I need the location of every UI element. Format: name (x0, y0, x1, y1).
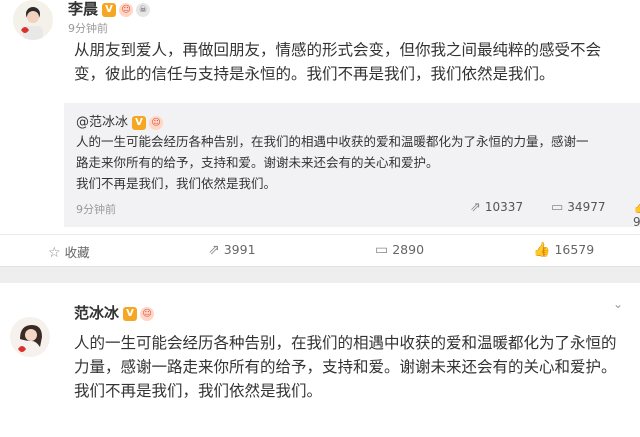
weibo-post-fan-bingbing: ⌄ 范冰冰 V ☺ 人的一生可能会经历各种告别，在我们的相遇中收获的爱和温暖都化为了… (0, 283, 640, 437)
like-icon: 👍 (633, 200, 640, 215)
repost-button[interactable]: ⇗ 3991 (208, 242, 256, 258)
post-content: 从朋友到爱人，再做回朋友，情感的形式会变，但你我之间最纯粹的感受不会 变，彼此的… (74, 38, 634, 86)
favorite-icon: ☆ (48, 245, 61, 261)
mention-link[interactable]: @范冰冰 (76, 115, 128, 130)
like-count: 94641 (633, 215, 640, 229)
repost-icon: ⇗ (470, 200, 481, 215)
like-button[interactable]: 👍 16579 (533, 242, 594, 258)
repost-likes[interactable]: 👍94641 (633, 200, 640, 229)
repost-line: 人的一生可能会经历各种告别，在我们的相遇中收获的爱和温暖都化为了永恒的力量，感谢… (76, 134, 589, 149)
repost-content: 人的一生可能会经历各种告别，在我们的相遇中收获的爱和温暖都化为了永恒的力量，感谢… (76, 131, 631, 194)
avatar-image-icon (13, 0, 53, 40)
content-line: 人的一生可能会经历各种告别，在我们的相遇中收获的爱和温暖都化为了永恒的 (74, 334, 617, 352)
comment-icon: ▭ (551, 200, 564, 215)
emoji-badge-icon: ☺ (119, 2, 134, 17)
verified-badge-icon: V (123, 306, 138, 321)
post-divider (0, 266, 640, 283)
comment-count: 2890 (392, 242, 425, 257)
skull-badge-icon: ☠ (136, 2, 151, 17)
repost-count: 3991 (223, 242, 256, 257)
verified-badge-icon: V (102, 2, 117, 17)
comment-button[interactable]: ▭ 2890 (375, 242, 424, 258)
favorite-label: 收藏 (64, 245, 90, 260)
repost-author[interactable]: @范冰冰 V ☺ (76, 111, 164, 130)
username-text[interactable]: 范冰冰 (74, 304, 119, 322)
repost-card[interactable]: @范冰冰 V ☺ 人的一生可能会经历各种告别，在我们的相遇中收获的爱和温暖都化为了永… (64, 103, 640, 229)
repost-icon: ⇗ (208, 242, 220, 258)
like-count: 16579 (554, 242, 595, 257)
content-line: 我们不再是我们，我们依然是我们。 (74, 382, 323, 400)
username[interactable]: 范冰冰 V ☺ (74, 302, 155, 323)
repost-line: 我们不再是我们，我们依然是我们。 (76, 176, 277, 191)
repost-time: 9分钟前 (76, 203, 116, 216)
content-line: 从朋友到爱人，再做回朋友，情感的形式会变，但你我之间最纯粹的感受不会 (74, 41, 602, 59)
post-time: 9分钟前 (68, 22, 108, 35)
like-icon: 👍 (533, 242, 551, 258)
comment-count: 34977 (567, 200, 606, 214)
repost-reposts[interactable]: ⇗ 10337 (470, 200, 523, 215)
repost-line: 路走来你所有的给予，支持和爱。谢谢未来还会有的关心和爱护。 (76, 155, 439, 170)
favorite-button[interactable]: ☆ 收藏 (48, 242, 90, 261)
username-text[interactable]: 李晨 (68, 0, 98, 18)
repost-comments[interactable]: ▭ 34977 (551, 200, 605, 215)
avatar[interactable] (10, 317, 50, 357)
avatar[interactable] (13, 0, 53, 40)
emoji-badge-icon: ☺ (140, 306, 155, 321)
action-bar: ☆ 收藏 ⇗ 3991 ▭ 2890 👍 16579 (0, 234, 640, 266)
comment-icon: ▭ (375, 242, 389, 258)
repost-count: 10337 (484, 200, 524, 214)
weibo-post-li-chen: 李晨 V ☺ ☠ 9分钟前 从朋友到爱人，再做回朋友，情感的形式会变，但你我之间最纯粹… (0, 0, 640, 266)
content-line: 变，彼此的信任与支持是永恒的。我们不再是我们，我们依然是我们。 (74, 65, 555, 83)
post-content: 人的一生可能会经历各种告别，在我们的相遇中收获的爱和温暖都化为了永恒的 力量，感… (74, 331, 634, 403)
username[interactable]: 李晨 V ☺ ☠ (68, 0, 151, 19)
emoji-badge-icon: ☺ (149, 115, 164, 130)
avatar-image-icon (10, 317, 50, 357)
chevron-down-icon[interactable]: ⌄ (613, 297, 623, 311)
verified-badge-icon: V (132, 115, 147, 130)
content-line: 力量，感谢一路走来你所有的给予，支持和爱。谢谢未来还会有的关心和爱护。 (74, 358, 617, 376)
